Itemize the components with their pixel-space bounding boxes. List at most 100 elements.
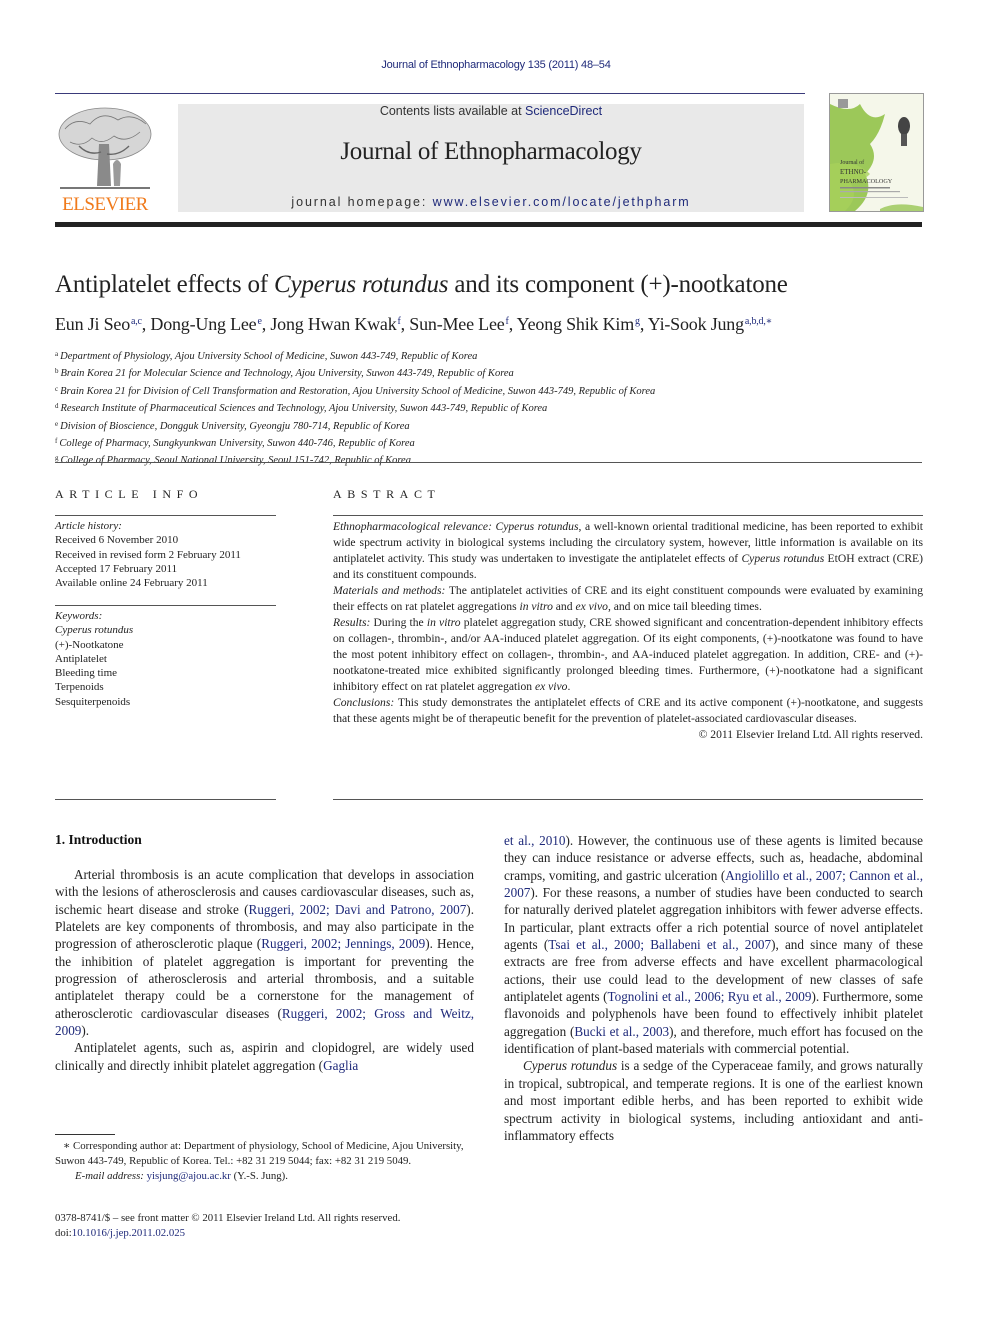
affiliation-text: Division of Bioscience, Dongguk Universi… xyxy=(60,420,410,432)
affiliation-key: c xyxy=(55,384,59,393)
history-item: Received 6 November 2010 xyxy=(55,534,179,547)
author-list: Eun Ji Seoa,c, Dong-Ung Leee, Jong Hwan … xyxy=(55,314,772,335)
affiliation-key: b xyxy=(55,367,59,376)
homepage-prefix: journal homepage: xyxy=(291,195,433,209)
intro-paragraph-3: Cyperus rotundus is a sedge of the Cyper… xyxy=(504,1057,923,1144)
doi-link[interactable]: 10.1016/j.jep.2011.02.025 xyxy=(72,1227,185,1239)
email-suffix: (Y.-S. Jung). xyxy=(230,1170,288,1182)
affiliation-item: e Division of Bioscience, Dongguk Univers… xyxy=(55,417,655,434)
body-column-right: et al., 2010). However, the continuous u… xyxy=(504,832,923,1144)
tree-icon xyxy=(58,107,152,189)
citation-link[interactable]: Tsai et al., 2000; Ballabeni et al., 200… xyxy=(548,937,771,952)
body-column-left: Arterial thrombosis is an acute complica… xyxy=(55,866,474,1074)
citation-link[interactable]: Gaglia xyxy=(323,1058,358,1073)
affiliation-text: Department of Physiology, Ajou Universit… xyxy=(60,351,478,362)
contents-prefix: Contents lists available at xyxy=(379,104,526,118)
author-name[interactable]: Eun Ji Seo xyxy=(55,314,130,334)
keyword-item: Terpenoids xyxy=(55,681,104,694)
abstract-body: Ethnopharmacological relevance: Cyperus … xyxy=(333,519,923,743)
doi-line: doi:10.1016/j.jep.2011.02.025 xyxy=(55,1226,400,1241)
keyword-item: Bleeding time xyxy=(55,667,118,680)
keyword-item: Sesquiterpenoids xyxy=(55,695,131,708)
author-name[interactable]: Yi-Sook Jung xyxy=(648,314,744,334)
author-name[interactable]: Sun-Mee Lee xyxy=(409,314,504,334)
species-name: Cyperus rotundus xyxy=(741,552,825,565)
journal-cover-thumbnail[interactable]: Journal of ETHNO- PHARMACOLOGY xyxy=(829,93,924,212)
methods-term: ex vivo xyxy=(575,600,608,613)
title-part2: and its component (+)-nootkatone xyxy=(448,271,788,298)
journal-title: Journal of Ethnopharmacology xyxy=(340,138,642,165)
article-title: Antiplatelet effects of Cyperus rotundus… xyxy=(55,271,788,299)
journal-homepage: journal homepage: www.elsevier.com/locat… xyxy=(178,195,804,209)
article-info-bottom-divider xyxy=(55,799,276,800)
abstract-heading: ABSTRACT xyxy=(333,487,441,501)
citation-link[interactable]: et al., 2010 xyxy=(504,833,566,848)
methods-text: , and on mice tail bleeding times. xyxy=(607,600,762,613)
methods-term: in vitro xyxy=(519,600,553,613)
author-name[interactable]: Yeong Shik Kim xyxy=(517,314,635,334)
keywords-divider xyxy=(55,605,276,606)
abstract-relevance: Ethnopharmacological relevance: Cyperus … xyxy=(333,519,923,583)
author-name[interactable]: Dong-Ung Lee xyxy=(150,314,256,334)
author-separator: , xyxy=(400,314,410,334)
affiliations: a Department of Physiology, Ajou Universi… xyxy=(55,347,655,469)
footnote-email-line: E-mail address: yisjung@ajou.ac.kr (Y.-S… xyxy=(55,1169,475,1184)
history-item: Available online 24 February 2011 xyxy=(55,577,208,590)
affiliation-text: Brain Korea 21 for Molecular Science and… xyxy=(60,368,514,380)
article-info-heading: ARTICLE INFO xyxy=(55,487,204,501)
body-text: ). xyxy=(81,1023,90,1039)
author-separator: , xyxy=(639,314,648,334)
conclusions-label: Conclusions: xyxy=(333,696,395,709)
journal-citation[interactable]: Journal of Ethnopharmacology 135 (2011) … xyxy=(0,59,992,71)
abstract-methods: Materials and methods: The antiplatelet … xyxy=(333,583,923,615)
body-text: Antiplatelet agents, such as, aspirin an… xyxy=(55,1040,474,1073)
title-part1: Antiplatelet effects of xyxy=(55,271,274,298)
affiliation-text: Research Institute of Pharmaceutical Sci… xyxy=(60,403,548,415)
author-name[interactable]: Jong Hwan Kwak xyxy=(270,314,396,334)
journal-banner: Contents lists available at ScienceDirec… xyxy=(178,104,804,212)
relevance-label: Ethnopharmacological relevance: xyxy=(333,520,492,533)
abstract-bottom-divider xyxy=(333,799,923,800)
intro-paragraph-2-continued: et al., 2010). However, the continuous u… xyxy=(504,832,923,1057)
homepage-link[interactable]: www.elsevier.com/locate/jethpharm xyxy=(433,195,691,209)
affiliation-text: College of Pharmacy, Seoul National Univ… xyxy=(60,455,411,467)
author-affiliation-marker[interactable]: a,c xyxy=(131,316,142,327)
doi-prefix: doi: xyxy=(55,1227,72,1239)
corresponding-author-footnote: ∗ Corresponding author at: Department of… xyxy=(55,1139,475,1184)
history-item: Accepted 17 February 2011 xyxy=(55,562,178,575)
masthead-bottom-rule xyxy=(55,222,922,227)
footnote-text: Corresponding author at: Department of p… xyxy=(55,1140,464,1167)
results-text: . xyxy=(567,680,571,693)
cover-line1: Journal of xyxy=(840,159,864,166)
intro-paragraph-2: Antiplatelet agents, such as, aspirin an… xyxy=(55,1039,474,1074)
elsevier-logo[interactable]: ELSEVIER xyxy=(55,104,155,216)
email-link[interactable]: yisjung@ajou.ac.kr xyxy=(147,1170,231,1182)
citation-link[interactable]: Bucki et al., 2003 xyxy=(574,1024,669,1039)
article-info-divider xyxy=(55,515,276,516)
italic-term: Cyperus rotundus xyxy=(523,1058,618,1074)
intro-paragraph-1: Arterial thrombosis is an acute complica… xyxy=(55,866,474,1039)
affiliation-key: e xyxy=(55,419,59,428)
cover-line2: ETHNO- xyxy=(840,168,867,176)
section-heading-introduction: 1. Introduction xyxy=(55,832,142,847)
results-label: Results: xyxy=(333,616,371,629)
citation-link[interactable]: Ruggeri, 2002; Jennings, 2009 xyxy=(261,936,425,951)
header-divider xyxy=(55,93,805,94)
history-item: Received in revised form 2 February 2011 xyxy=(55,548,241,561)
citation-link[interactable]: Ruggeri, 2002; Davi and Patrono, 2007 xyxy=(249,902,467,917)
contents-availability: Contents lists available at ScienceDirec… xyxy=(178,104,804,118)
affiliation-key: a xyxy=(55,350,59,358)
footnote-text-block: ∗ Corresponding author at: Department of… xyxy=(55,1139,475,1169)
affiliation-item: d Research Institute of Pharmaceutical Sc… xyxy=(55,399,655,416)
keywords-list: Cyperus rotundus (+)-Nootkatone Antiplatel… xyxy=(55,623,133,709)
conclusions-text: This study demonstrates the antiplatelet… xyxy=(333,696,923,725)
citation-link[interactable]: Tognolini et al., 2006; Ryu et al., 2009 xyxy=(607,989,811,1004)
cover-illustration-icon: Journal of ETHNO- PHARMACOLOGY xyxy=(830,94,923,211)
keyword-item: (+)-Nootkatone xyxy=(55,638,124,651)
author-affiliation-marker[interactable]: a,b,d,∗ xyxy=(745,316,773,327)
front-matter: 0378-8741/$ – see front matter © 2011 El… xyxy=(55,1211,400,1241)
sciencedirect-link[interactable]: ScienceDirect xyxy=(525,104,602,118)
results-text: During the xyxy=(370,616,427,629)
abstract-copyright: © 2011 Elsevier Ireland Ltd. All rights … xyxy=(698,728,923,741)
issn-line: 0378-8741/$ – see front matter © 2011 El… xyxy=(55,1212,401,1224)
